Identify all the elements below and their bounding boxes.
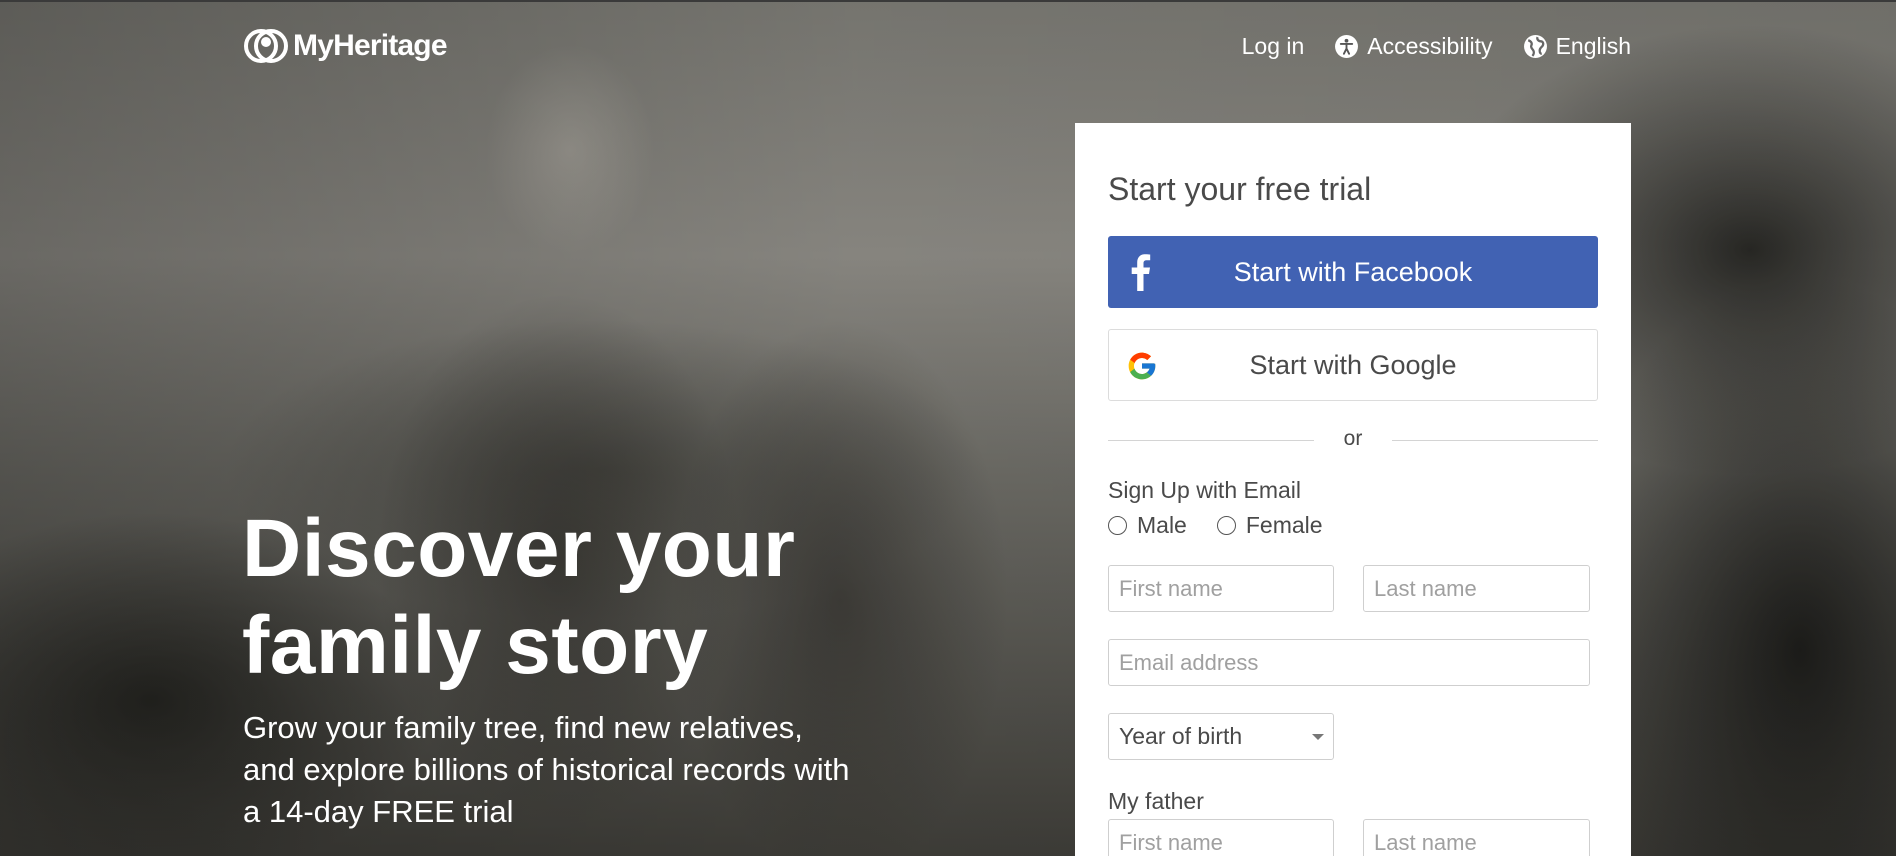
facebook-button-label: Start with Facebook (1233, 256, 1473, 287)
first-name-field[interactable] (1108, 565, 1334, 612)
hero-headline: Discover your family story (242, 500, 942, 694)
headline-line-1: Discover your (242, 503, 796, 594)
year-of-birth-select[interactable]: Year of birth (1108, 713, 1334, 760)
radio-circle[interactable] (1108, 516, 1127, 535)
father-last-name-input[interactable] (1374, 820, 1579, 856)
language-label: English (1555, 33, 1631, 59)
father-last-name-field[interactable] (1363, 819, 1590, 856)
google-signup-button[interactable]: Start with Google (1108, 329, 1598, 401)
signup-panel: Start your free trial Start with Faceboo… (1075, 123, 1631, 856)
logo-text: MyHeritage (293, 29, 448, 62)
login-link[interactable]: Log in (1242, 33, 1305, 60)
top-nav: Log in Accessibility English (1242, 33, 1631, 60)
gender-radio-group: Male Female (1108, 512, 1323, 539)
gender-male-label: Male (1137, 512, 1187, 538)
gender-male-radio[interactable]: Male (1108, 512, 1187, 539)
logo[interactable]: MyHeritage (243, 28, 448, 64)
radio-circle[interactable] (1216, 516, 1236, 535)
gender-female-radio[interactable]: Female (1216, 512, 1323, 539)
signup-title: Start your free trial (1108, 171, 1372, 207)
myheritage-logo-icon (244, 29, 288, 63)
divider-or-text: or (1343, 427, 1363, 450)
year-of-birth-value: Year of birth (1119, 723, 1243, 749)
last-name-input[interactable] (1374, 566, 1579, 611)
subtext-line-2: and explore billions of historical recor… (243, 752, 850, 787)
headline-line-2: family story (242, 600, 709, 691)
email-field[interactable] (1108, 639, 1590, 686)
language-selector[interactable]: English (1523, 33, 1631, 60)
last-name-field[interactable] (1363, 565, 1590, 612)
divider-line-right (1392, 440, 1598, 441)
site-header: MyHeritage Log in Accessibility English (0, 0, 1896, 96)
facebook-signup-button[interactable]: Start with Facebook (1108, 236, 1598, 308)
accessibility-link[interactable]: Accessibility (1334, 33, 1493, 60)
gender-female-label: Female (1245, 512, 1323, 538)
email-signup-label: Sign Up with Email (1108, 477, 1302, 503)
login-label: Log in (1241, 33, 1305, 59)
email-input[interactable] (1119, 640, 1579, 685)
first-name-input[interactable] (1119, 566, 1323, 611)
globe-icon (1523, 35, 1547, 58)
accessibility-icon (1335, 35, 1359, 58)
subtext-line-3: a 14-day FREE trial (243, 794, 514, 829)
father-first-name-input[interactable] (1119, 820, 1323, 856)
facebook-icon (1131, 254, 1151, 291)
google-icon (1128, 352, 1156, 380)
father-first-name-field[interactable] (1108, 819, 1334, 856)
accessibility-label: Accessibility (1367, 33, 1493, 59)
caret-down-icon (1312, 734, 1324, 740)
father-section-label: My father (1108, 788, 1204, 814)
google-button-label: Start with Google (1249, 349, 1457, 380)
or-divider: or (1108, 427, 1598, 457)
hero-subtext: Grow your family tree, find new relative… (243, 707, 943, 833)
subtext-line-1: Grow your family tree, find new relative… (243, 710, 803, 745)
